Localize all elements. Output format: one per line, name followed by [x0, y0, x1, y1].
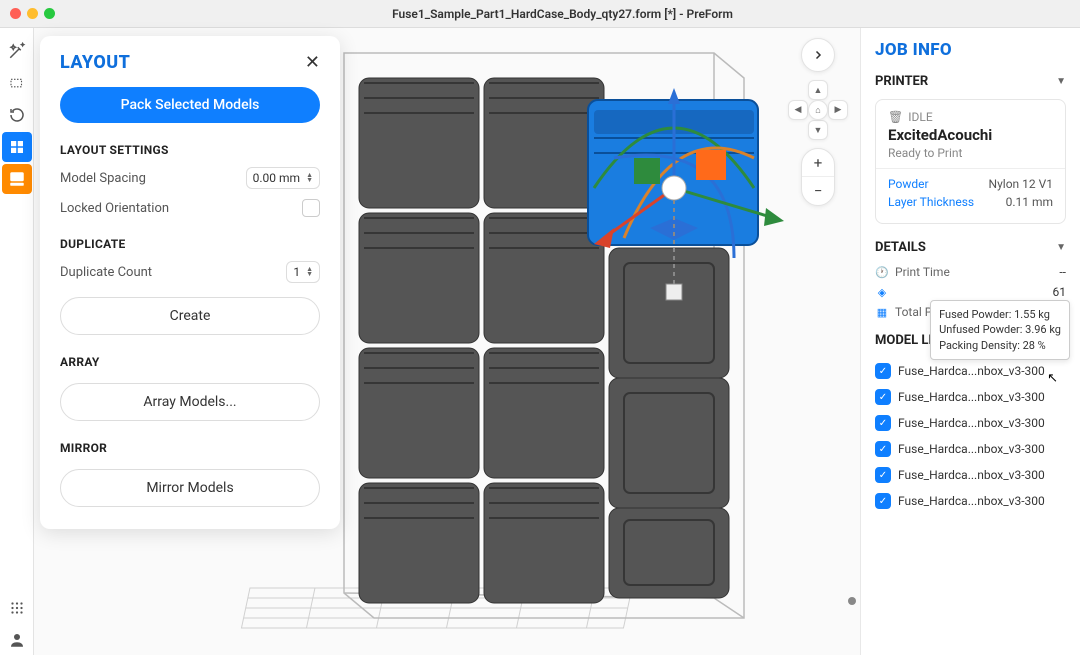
window-close-dot[interactable] — [10, 8, 21, 19]
locked-orientation-label: Locked Orientation — [60, 201, 169, 216]
supports-tool[interactable] — [2, 164, 32, 194]
powder-value: Nylon 12 V1 — [989, 177, 1053, 191]
apps-grid-icon[interactable] — [2, 593, 32, 623]
zoom-out-button[interactable]: − — [802, 177, 834, 205]
model-checkbox[interactable]: ✓ — [875, 415, 891, 431]
orbit-home[interactable]: ⌂ — [808, 100, 828, 120]
layer-thickness-label[interactable]: Layer Thickness — [888, 195, 974, 209]
zoom-in-button[interactable]: + — [802, 149, 834, 177]
model-list-item[interactable]: ✓ Fuse_Hardca...nbox_v3-300 — [875, 384, 1066, 410]
details-section-header: DETAILS — [875, 240, 926, 255]
layout-settings-header: LAYOUT SETTINGS — [60, 143, 320, 157]
orbit-right[interactable]: ▶ — [828, 100, 848, 120]
clock-icon: 🕐 — [875, 265, 889, 279]
locked-orientation-checkbox[interactable] — [302, 199, 320, 217]
mirror-models-button[interactable]: Mirror Models — [60, 469, 320, 507]
layer-thickness-value: 0.11 mm — [1006, 195, 1053, 209]
powder-tooltip: Fused Powder: 1.55 kg Unfused Powder: 3.… — [930, 300, 1070, 360]
model-checkbox[interactable]: ✓ — [875, 493, 891, 509]
close-icon[interactable]: ✕ — [305, 52, 320, 73]
select-tool[interactable] — [2, 68, 32, 98]
chevron-down-icon[interactable]: ▼ — [1056, 76, 1066, 87]
duplicate-count-input[interactable]: 1 ▲▼ — [286, 261, 320, 283]
orbit-down[interactable]: ▼ — [808, 120, 828, 140]
printer-section-header: PRINTER — [875, 74, 928, 89]
model-list-item[interactable]: ✓ Fuse_Hardca...nbox_v3-300 — [875, 436, 1066, 462]
magic-wand-tool[interactable] — [2, 36, 32, 66]
job-info-title: JOB INFO — [875, 40, 1066, 60]
create-button[interactable]: Create — [60, 297, 320, 335]
model-list: ✓ Fuse_Hardca...nbox_v3-300 ✓ Fuse_Hardca..… — [875, 358, 1066, 514]
model-list-item[interactable]: ✓ Fuse_Hardca...nbox_v3-300 — [875, 410, 1066, 436]
next-view-button[interactable] — [801, 38, 835, 72]
printer-status-text: IDLE — [908, 110, 932, 124]
model-checkbox[interactable]: ✓ — [875, 389, 891, 405]
layout-tool[interactable] — [2, 132, 32, 162]
array-header: ARRAY — [60, 355, 320, 369]
pack-selected-button[interactable]: Pack Selected Models — [60, 87, 320, 123]
window-maximize-dot[interactable] — [44, 8, 55, 19]
model-name: Fuse_Hardca...nbox_v3-300 — [898, 416, 1066, 430]
step-down-icon[interactable]: ▼ — [306, 178, 313, 183]
window-title: Fuse1_Sample_Part1_HardCase_Body_qty27.f… — [55, 7, 1070, 21]
printer-substatus: Ready to Print — [888, 146, 1053, 160]
model-checkbox[interactable]: ✓ — [875, 441, 891, 457]
print-time-label: Print Time — [895, 265, 1053, 279]
model-spacing-label: Model Spacing — [60, 171, 146, 186]
printer-name: ExcitedAcouchi — [888, 126, 1053, 144]
model-name: Fuse_Hardca...nbox_v3-300 — [898, 494, 1066, 508]
view-controls: ▲ ▼ ◀ ▶ ⌂ + − — [788, 38, 848, 206]
user-icon[interactable] — [2, 625, 32, 655]
viewport-scrollbar[interactable] — [849, 60, 855, 635]
model-name: Fuse_Hardca...nbox_v3-300 — [898, 442, 1066, 456]
titlebar: Fuse1_Sample_Part1_HardCase_Body_qty27.f… — [0, 0, 1080, 28]
printer-card[interactable]: 🗑 IDLE ExcitedAcouchi Ready to Print Pow… — [875, 99, 1066, 224]
layout-panel: LAYOUT ✕ Pack Selected Models LAYOUT SET… — [40, 36, 340, 529]
layers-value: 61 — [1053, 285, 1067, 299]
chevron-down-icon[interactable]: ▼ — [1056, 242, 1066, 253]
print-time-value: -- — [1059, 265, 1066, 279]
duplicate-header: DUPLICATE — [60, 237, 320, 251]
rotate-tool[interactable] — [2, 100, 32, 130]
layers-icon: ◈ — [875, 285, 889, 299]
model-spacing-input[interactable]: 0.00 mm ▲▼ — [246, 167, 320, 189]
orbit-left[interactable]: ◀ — [788, 100, 808, 120]
model-list-item[interactable]: ✓ Fuse_Hardca...nbox_v3-300 — [875, 358, 1066, 384]
model-name: Fuse_Hardca...nbox_v3-300 — [898, 390, 1066, 404]
step-down-icon[interactable]: ▼ — [306, 272, 313, 277]
orbit-up[interactable]: ▲ — [808, 80, 828, 100]
window-minimize-dot[interactable] — [27, 8, 38, 19]
model-checkbox[interactable]: ✓ — [875, 363, 891, 379]
model-name: Fuse_Hardca...nbox_v3-300 — [898, 468, 1066, 482]
orbit-dpad: ▲ ▼ ◀ ▶ ⌂ — [788, 80, 848, 140]
duplicate-count-label: Duplicate Count — [60, 265, 152, 280]
powder-label[interactable]: Powder — [888, 177, 929, 191]
model-list-item[interactable]: ✓ Fuse_Hardca...nbox_v3-300 — [875, 462, 1066, 488]
model-list-item[interactable]: ✓ Fuse_Hardca...nbox_v3-300 — [875, 488, 1066, 514]
printer-status-icon: 🗑 — [888, 110, 903, 124]
mirror-header: MIRROR — [60, 441, 320, 455]
grid-icon: ▦ — [875, 305, 889, 319]
left-toolbar — [0, 28, 34, 655]
zoom-control: + − — [801, 148, 835, 206]
array-models-button[interactable]: Array Models... — [60, 383, 320, 421]
model-name: Fuse_Hardca...nbox_v3-300 — [898, 364, 1066, 378]
model-checkbox[interactable]: ✓ — [875, 467, 891, 483]
layout-panel-title: LAYOUT — [60, 52, 130, 73]
